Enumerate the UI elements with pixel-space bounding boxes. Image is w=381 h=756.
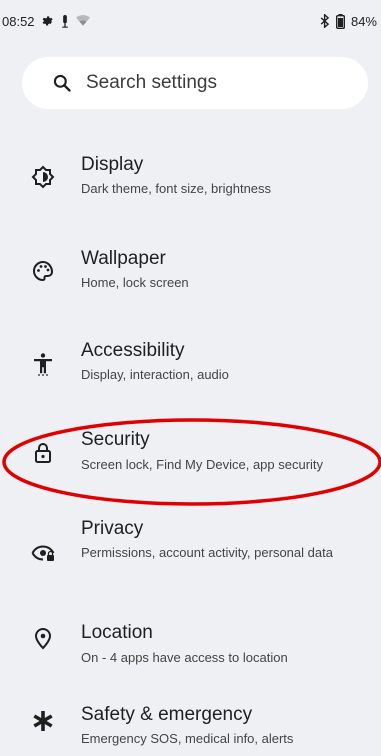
setting-summary: Emergency SOS, medical info, alerts <box>81 731 294 746</box>
lock-icon <box>31 441 55 465</box>
setting-accessibility[interactable]: Accessibility Display, interaction, audi… <box>0 328 381 416</box>
setting-wallpaper[interactable]: Wallpaper Home, lock screen <box>0 234 381 322</box>
setting-summary: On - 4 apps have access to location <box>81 650 288 665</box>
privacy-eye-icon <box>31 541 55 565</box>
setting-safety-emergency[interactable]: Safety & emergency Emergency SOS, medica… <box>0 704 381 756</box>
display-icon <box>31 165 55 189</box>
setting-title: Accessibility <box>81 340 185 361</box>
setting-title: Wallpaper <box>81 248 166 269</box>
setting-security[interactable]: Security Screen lock, Find My Device, ap… <box>0 422 381 510</box>
setting-title: Privacy <box>81 518 144 539</box>
palette-icon <box>31 259 55 283</box>
setting-summary: Dark theme, font size, brightness <box>81 181 272 196</box>
settings-list: Display Dark theme, font size, brightnes… <box>0 0 381 756</box>
location-pin-icon <box>31 626 55 650</box>
accessibility-icon <box>31 352 55 376</box>
setting-title: Safety & emergency <box>81 704 253 725</box>
setting-summary: Display, interaction, audio <box>81 367 229 382</box>
setting-summary: Permissions, account activity, personal … <box>81 545 333 560</box>
setting-privacy[interactable]: Privacy Permissions, account activity, p… <box>0 516 381 616</box>
setting-title: Security <box>81 429 150 450</box>
setting-title: Display <box>81 154 144 175</box>
setting-location[interactable]: Location On - 4 apps have access to loca… <box>0 622 381 688</box>
asterisk-icon <box>31 709 55 733</box>
setting-summary: Screen lock, Find My Device, app securit… <box>81 457 324 472</box>
setting-display[interactable]: Display Dark theme, font size, brightnes… <box>0 140 381 228</box>
setting-title: Location <box>81 622 153 643</box>
setting-summary: Home, lock screen <box>81 275 189 290</box>
